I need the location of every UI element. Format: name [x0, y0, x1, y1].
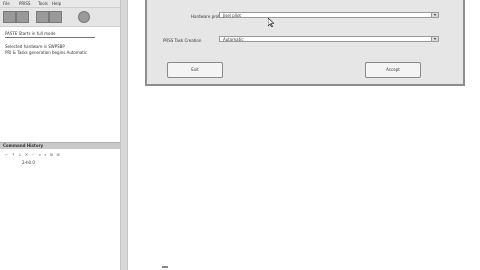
menu-tools[interactable]: Tools — [38, 1, 48, 6]
command-history-header[interactable]: Command History — [0, 142, 120, 149]
vertical-splitter[interactable] — [120, 0, 128, 270]
chevron-down-icon[interactable]: ▾ — [431, 13, 438, 17]
console-line: Selected hardware is SWPSBP — [5, 44, 65, 49]
task-creation-dialog: Hardware profile Jisel pilot ▾ PRSS Task… — [145, 0, 465, 86]
menu-help[interactable]: Help — [52, 1, 61, 6]
console-divider — [5, 37, 95, 38]
hardware-profile-select[interactable]: Jisel pilot ▾ — [219, 12, 439, 18]
accept-button[interactable]: Accept — [365, 62, 421, 78]
menu-bar: File PRISS Tools Help — [0, 0, 125, 8]
scroll-indicator — [162, 266, 168, 268]
mouse-pointer-icon — [267, 17, 275, 28]
hardware-profile-value: Jisel pilot — [223, 13, 241, 18]
toolbar — [0, 8, 125, 27]
task-creation-select[interactable]: Automatic ▾ — [219, 36, 439, 42]
chevron-down-icon[interactable]: ▾ — [431, 37, 438, 41]
exit-button[interactable]: Exit — [167, 62, 223, 78]
open-file-icon[interactable] — [16, 11, 29, 23]
new-file-icon[interactable] — [3, 11, 16, 23]
task-creation-value: Automatic — [223, 37, 244, 42]
history-toolbar[interactable]: ⌐ ↑ ↓ ✕ ⋯ ⌕ ⌕ ⊞ ⊞ — [5, 152, 61, 157]
history-entry[interactable]: 2-h0.0 — [22, 160, 35, 165]
stop-icon[interactable] — [78, 11, 90, 23]
command-history-title: Command History — [3, 143, 44, 148]
menu-file[interactable]: File — [3, 1, 10, 6]
task-creation-label: PRSS Task Creation — [163, 38, 202, 43]
save-icon[interactable] — [36, 11, 49, 23]
run-icon[interactable] — [49, 11, 62, 23]
console-line: PASTE Starts in full mode — [5, 31, 56, 36]
console-line: PRI & Tasks generation begins Automatic — [5, 50, 88, 55]
menu-priss[interactable]: PRISS — [19, 1, 30, 6]
